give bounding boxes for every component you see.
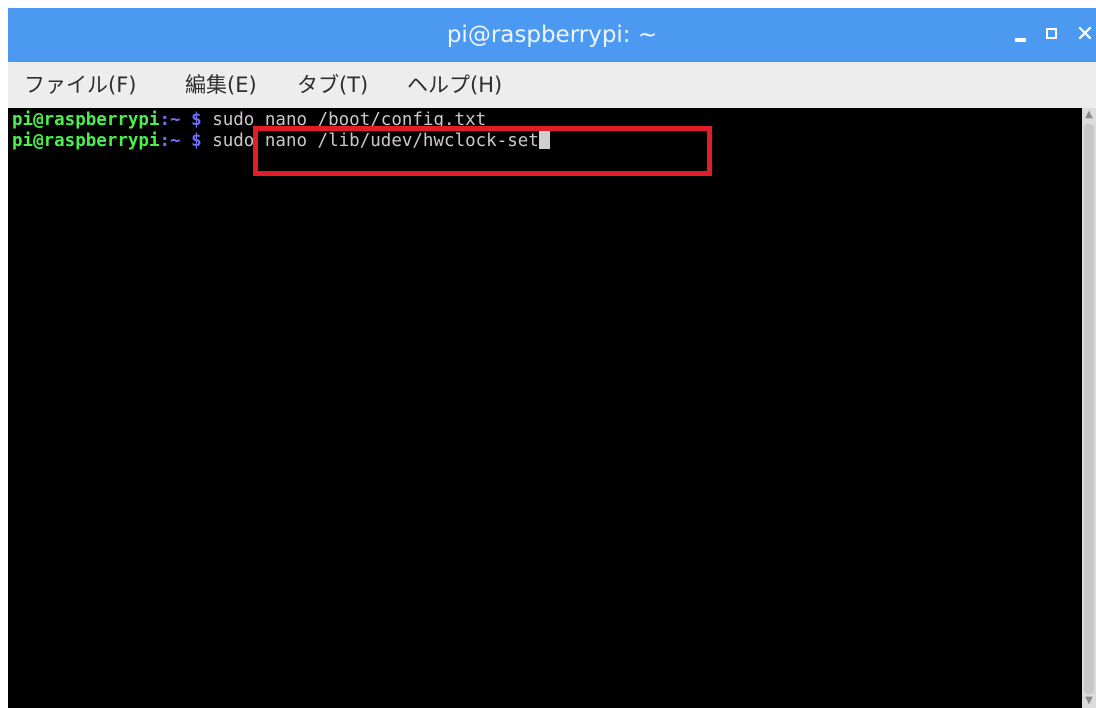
scroll-up-arrow-icon[interactable]: ▲: [1082, 108, 1096, 122]
terminal-window: pi@raspberrypi: ~ ✕ ファイル(F) 編集(E) タブ(T) …: [8, 8, 1096, 708]
close-button[interactable]: ✕: [1070, 8, 1096, 62]
scrollbar-thumb[interactable]: [1084, 124, 1094, 694]
menu-tabs[interactable]: タブ(T): [297, 62, 368, 108]
minimize-button[interactable]: [1006, 8, 1036, 62]
title-bar[interactable]: pi@raspberrypi: ~ ✕: [8, 8, 1096, 62]
minimize-icon: [1015, 38, 1026, 42]
maximize-button[interactable]: [1038, 8, 1068, 62]
vertical-scrollbar[interactable]: ▲ ▼: [1082, 108, 1096, 708]
window-title: pi@raspberrypi: ~: [446, 22, 658, 48]
terminal-output[interactable]: pi@raspberrypi:~ $ sudo nano /boot/confi…: [8, 108, 1082, 708]
prompt-path: :~ $: [159, 110, 213, 130]
menu-file[interactable]: ファイル(F): [24, 62, 136, 108]
menu-bar: ファイル(F) 編集(E) タブ(T) ヘルプ(H): [8, 62, 1096, 108]
prompt-user-host: pi@raspberrypi: [12, 110, 160, 130]
maximize-icon: [1046, 28, 1057, 39]
menu-help[interactable]: ヘルプ(H): [407, 62, 502, 108]
prompt-user-host: pi@raspberrypi: [12, 131, 160, 151]
scroll-down-arrow-icon[interactable]: ▼: [1082, 694, 1096, 708]
prompt-path: :~ $: [159, 131, 213, 151]
menu-edit[interactable]: 編集(E): [185, 62, 257, 108]
close-icon: ✕: [1075, 22, 1095, 47]
highlight-box: [253, 126, 712, 176]
